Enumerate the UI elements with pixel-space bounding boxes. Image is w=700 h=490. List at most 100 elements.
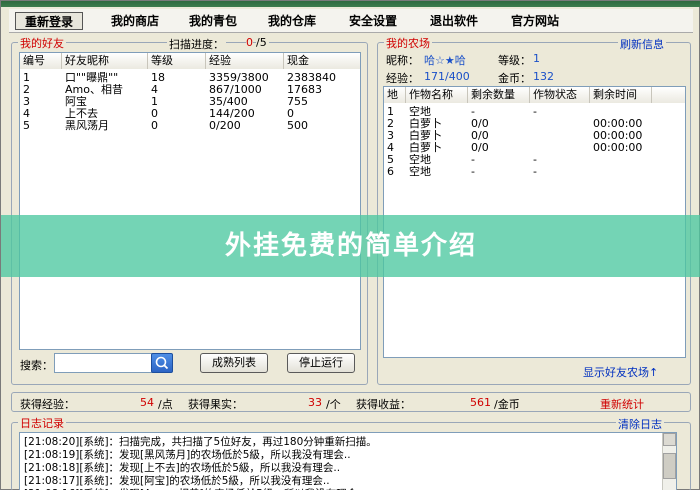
exp-value: 171/400 — [424, 70, 470, 83]
col-plot[interactable]: 地 — [384, 87, 406, 103]
farm-plot-cell — [530, 118, 590, 130]
friend-row-cell: 35/400 — [209, 96, 248, 108]
scan-progress-total: /5 — [256, 36, 269, 49]
reset-stats-link[interactable]: 重新统计 — [600, 396, 644, 412]
friend-row-number[interactable]: 3 — [20, 96, 62, 108]
farm-plot-number[interactable]: 5 — [384, 154, 406, 166]
friend-row-cell: 755 — [287, 96, 308, 108]
menu-security-settings[interactable]: 安全设置 — [339, 12, 407, 30]
overlay-banner: 外挂免费的简单介绍 — [1, 215, 700, 277]
friend-row-cell: 0 — [151, 108, 158, 120]
menu-my-bag[interactable]: 我的青包 — [179, 12, 247, 30]
nickname-label: 昵称： — [386, 54, 419, 67]
farm-plot-cell: - — [533, 166, 537, 178]
farm-plot-number[interactable]: 1 — [384, 106, 406, 118]
col-crop-status[interactable]: 作物状态 — [530, 87, 590, 103]
farm-plot-cell: 0/0 — [471, 130, 489, 142]
stats-bar: 获得经验： 54 /点 获得果实： 33 /个 获得收益： 561 /金币 重新… — [11, 392, 691, 412]
farm-plot-cell: 00:00:00 — [593, 130, 643, 142]
log-legend: 日志记录 — [18, 415, 66, 431]
gold-label: 金币： — [498, 72, 531, 85]
menu-bar: 重新登录 我的商店 我的青包 我的仓库 安全设置 退出软件 官方网站 — [9, 9, 693, 33]
friend-row-number[interactable]: 1 — [20, 72, 62, 84]
farm-plot-cell: 空地 — [409, 154, 431, 166]
nickname-value: 哈☆★哈 — [424, 54, 466, 67]
scan-progress-current: 0 — [246, 36, 253, 49]
col-remaining-time[interactable]: 剩余时间 — [590, 87, 652, 103]
search-label: 搜索： — [20, 359, 53, 372]
log-line: [21:08:18][系统]：发现[上不去]的农场低於5級，所以我没有理会.. — [24, 462, 341, 474]
friend-row-cell: 4 — [151, 84, 158, 96]
farm-plot-cell: - — [533, 106, 537, 118]
friend-row-cell: Amo、相昔 — [65, 84, 123, 96]
farm-plot-cell: 白萝卜 — [409, 118, 442, 130]
search-icon — [155, 356, 169, 370]
farm-plot-cell: - — [471, 106, 475, 118]
farm-legend: 我的农场 — [384, 35, 432, 51]
show-friend-farm-link[interactable]: 显示好友农场↑ — [583, 364, 658, 380]
friends-legend: 我的好友 — [18, 35, 66, 51]
search-input[interactable] — [54, 353, 154, 373]
stat-exp-unit: /点 — [158, 398, 173, 411]
friend-row-cell: 0 — [151, 120, 158, 132]
col-remaining-qty[interactable]: 剩余数量 — [468, 87, 530, 103]
gold-value: 132 — [533, 70, 554, 83]
log-group: 日志记录 清除日志 [21:08:20][系统]：扫描完成，共扫描了5位好友，再… — [11, 415, 691, 490]
search-button[interactable] — [151, 353, 173, 373]
level-value: 1 — [533, 52, 540, 65]
col-level[interactable]: 等级 — [148, 53, 206, 69]
menu-my-shop[interactable]: 我的商店 — [101, 12, 169, 30]
friend-row-cell: 500 — [287, 120, 308, 132]
farm-plot-cell: 白萝卜 — [409, 130, 442, 142]
friend-row-cell: 口""曝鼎"" — [65, 72, 119, 84]
friend-row-number[interactable]: 4 — [20, 108, 62, 120]
menu-relogin[interactable]: 重新登录 — [15, 12, 83, 30]
farm-plot-cell — [590, 154, 652, 166]
friend-row-number[interactable]: 5 — [20, 120, 62, 132]
friend-row-number[interactable]: 2 — [20, 84, 62, 96]
col-experience[interactable]: 经验 — [206, 53, 284, 69]
log-scrollbar[interactable] — [662, 433, 676, 490]
friend-row-cell: 阿宝 — [65, 96, 87, 108]
col-friend-nickname[interactable]: 好友昵称 — [62, 53, 148, 69]
stop-running-button[interactable]: 停止运行 — [287, 353, 355, 373]
title-bar — [1, 1, 700, 7]
farm-plot-cell — [590, 106, 652, 118]
farm-plot-number[interactable]: 6 — [384, 166, 406, 178]
farm-plot-cell: 空地 — [409, 166, 431, 178]
farm-plot-cell — [530, 130, 590, 142]
friend-row-cell: 1 — [151, 96, 158, 108]
log-textarea[interactable]: [21:08:20][系统]：扫描完成，共扫描了5位好友，再过180分钟重新扫描… — [19, 432, 677, 490]
col-blank — [652, 87, 685, 103]
scroll-thumb[interactable] — [663, 453, 676, 479]
farm-plot-number[interactable]: 3 — [384, 130, 406, 142]
friend-row-cell: 黑风荡月 — [65, 120, 109, 132]
farm-plot-cell: 白萝卜 — [409, 142, 442, 154]
friend-row-cell: 144/200 — [209, 108, 255, 120]
friends-list[interactable]: 编号 好友昵称 等级 经验 现金 1 口""曝鼎"" 18 3359/3800 2383… — [19, 52, 361, 350]
friend-row-cell: 0 — [287, 108, 294, 120]
friend-row-cell: 18 — [151, 72, 165, 84]
friend-row-cell: 17683 — [287, 84, 322, 96]
menu-official-site[interactable]: 官方网站 — [501, 12, 569, 30]
menu-my-warehouse[interactable]: 我的仓库 — [258, 12, 326, 30]
clear-log-link[interactable]: 清除日志 — [616, 416, 664, 432]
menu-exit[interactable]: 退出软件 — [420, 12, 488, 30]
farm-plot-number[interactable]: 4 — [384, 142, 406, 154]
farm-plot-cell: 0/0 — [471, 142, 489, 154]
farm-plot-number[interactable]: 2 — [384, 118, 406, 130]
refresh-info-link[interactable]: 刷新信息 — [618, 36, 666, 52]
col-crop-name[interactable]: 作物名称 — [406, 87, 468, 103]
farm-list-header: 地 作物名称 剩余数量 作物状态 剩余时间 — [384, 87, 685, 103]
scroll-up-button[interactable] — [663, 433, 676, 446]
col-number[interactable]: 编号 — [20, 53, 62, 69]
exp-label: 经验： — [386, 72, 419, 85]
col-cash[interactable]: 现金 — [284, 53, 360, 69]
friends-list-header: 编号 好友昵称 等级 经验 现金 — [20, 53, 360, 69]
friend-row-cell: 867/1000 — [209, 84, 262, 96]
farm-plot-cell: 空地 — [409, 106, 431, 118]
farm-group: 我的农场 刷新信息 昵称： 哈☆★哈 等级： 1 经验： 171/400 金币：… — [377, 35, 691, 385]
ripe-list-button[interactable]: 成熟列表 — [200, 353, 268, 373]
level-label: 等级： — [498, 54, 531, 67]
stat-income-unit: /金币 — [494, 398, 520, 411]
